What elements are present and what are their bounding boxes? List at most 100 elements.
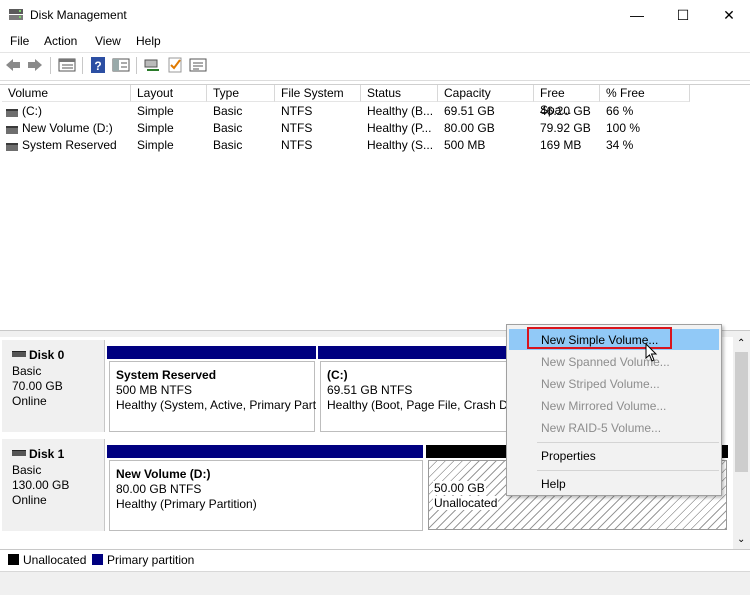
- svg-text:?: ?: [94, 59, 101, 73]
- menu-item-help[interactable]: Help: [507, 473, 721, 495]
- disk-0-name: Disk 0: [29, 348, 65, 362]
- window-title: Disk Management: [30, 8, 127, 22]
- scrollbar-thumb[interactable]: [735, 352, 748, 472]
- cell-free-space: 79.92 GB: [540, 121, 591, 135]
- list-view-icon[interactable]: [58, 57, 76, 73]
- toolbar-separator: [50, 57, 51, 74]
- disk-0-size: 70.00 GB: [12, 379, 63, 393]
- column-header-type[interactable]: Type: [207, 85, 275, 102]
- column-header-layout[interactable]: Layout: [131, 85, 207, 102]
- cell-volume: (C:): [22, 104, 42, 118]
- disk-icon: [12, 351, 26, 357]
- cell-file-system: NTFS: [281, 138, 313, 152]
- disk-0-type: Basic: [12, 364, 42, 378]
- disk-0-status: Online: [12, 394, 47, 408]
- toolbar-separator: [82, 57, 83, 74]
- mouse-cursor-icon: [645, 343, 658, 362]
- legend-swatch-unallocated: [8, 554, 19, 565]
- cell-file-system: NTFS: [281, 121, 313, 135]
- cell-capacity: 69.51 GB: [444, 104, 495, 118]
- scroll-up-icon[interactable]: ⌃: [737, 338, 745, 349]
- column-header-percent-free[interactable]: % Free: [600, 85, 690, 102]
- disk-1-status: Online: [12, 493, 47, 507]
- cell-percent-free: 66 %: [606, 104, 634, 118]
- partition-name: System Reserved: [116, 368, 217, 382]
- close-button[interactable]: ✕: [706, 0, 750, 30]
- volume-icon: [6, 109, 18, 117]
- partition-size: 69.51 GB NTFS: [327, 383, 413, 397]
- table-row[interactable]: New Volume (D:) Simple Basic NTFS Health…: [0, 120, 690, 137]
- column-header-status[interactable]: Status: [361, 85, 438, 102]
- menu-separator: [537, 470, 719, 471]
- column-header-file-system[interactable]: File System: [275, 85, 361, 102]
- table-row[interactable]: (C:) Simple Basic NTFS Healthy (B... 69.…: [0, 103, 690, 120]
- menu-action[interactable]: Action: [44, 34, 77, 48]
- toolbar-separator: [136, 57, 137, 74]
- minimize-button[interactable]: —: [614, 0, 660, 30]
- cell-layout: Simple: [137, 121, 174, 135]
- cell-volume: System Reserved: [22, 138, 117, 152]
- unallocated-size: 50.00 GB: [433, 481, 486, 495]
- legend-label-primary: Primary partition: [107, 553, 195, 567]
- volume-icon: [6, 143, 18, 151]
- disk-management-app-icon: [9, 9, 23, 20]
- cell-status: Healthy (S...: [367, 138, 434, 152]
- menu-item-properties[interactable]: Properties: [507, 445, 721, 467]
- cell-percent-free: 100 %: [606, 121, 641, 135]
- disk-1-name: Disk 1: [29, 447, 65, 461]
- status-bar: [0, 571, 750, 595]
- menu-file[interactable]: File: [10, 34, 29, 48]
- cell-capacity: 500 MB: [444, 138, 486, 152]
- cell-type: Basic: [213, 121, 243, 135]
- legend-label-unallocated: Unallocated: [23, 553, 87, 567]
- menu-item-new-mirrored-volume[interactable]: New Mirrored Volume...: [507, 395, 721, 417]
- menu-item-new-spanned-volume[interactable]: New Spanned Volume...: [507, 351, 721, 373]
- back-icon[interactable]: [4, 57, 22, 73]
- context-menu: New Simple Volume... New Spanned Volume.…: [506, 324, 722, 496]
- partition-health: Healthy (Primary Partition): [116, 497, 257, 511]
- scroll-down-icon[interactable]: ⌄: [737, 534, 745, 545]
- column-header-capacity[interactable]: Capacity: [438, 85, 534, 102]
- disk-1-info[interactable]: Disk 1 Basic 130.00 GB Online: [2, 439, 105, 531]
- partition-size: 500 MB NTFS: [116, 383, 193, 397]
- disk-0-info[interactable]: Disk 0 Basic 70.00 GB Online: [2, 340, 105, 432]
- cell-layout: Simple: [137, 138, 174, 152]
- table-row[interactable]: System Reserved Simple Basic NTFS Health…: [0, 137, 690, 154]
- legend-swatch-primary: [92, 554, 103, 565]
- menu-help[interactable]: Help: [136, 34, 161, 48]
- split-view-icon[interactable]: [112, 57, 130, 73]
- partition-system-reserved[interactable]: System Reserved 500 MB NTFS Healthy (Sys…: [109, 361, 317, 432]
- menu-item-new-striped-volume[interactable]: New Striped Volume...: [507, 373, 721, 395]
- menu-item-new-raid5-volume[interactable]: New RAID-5 Volume...: [507, 417, 721, 439]
- column-header-volume[interactable]: Volume: [2, 85, 131, 102]
- menu-view[interactable]: View: [95, 34, 121, 48]
- checklist-icon[interactable]: [166, 57, 184, 73]
- column-header-free-space[interactable]: Free Spa...: [534, 85, 600, 117]
- partition-d[interactable]: New Volume (D:) 80.00 GB NTFS Healthy (P…: [109, 460, 423, 531]
- cell-free-space: 169 MB: [540, 138, 582, 152]
- volume-icon: [6, 126, 18, 134]
- partition-c[interactable]: (C:) 69.51 GB NTFS Healthy (Boot, Page F…: [320, 361, 508, 432]
- menu-separator: [537, 442, 719, 443]
- disk-icon: [12, 450, 26, 456]
- cell-type: Basic: [213, 104, 243, 118]
- help-icon[interactable]: ?: [89, 57, 107, 73]
- properties-icon[interactable]: [189, 57, 207, 73]
- disk-1-type: Basic: [12, 463, 42, 477]
- cell-volume: New Volume (D:): [22, 121, 113, 135]
- cell-status: Healthy (B...: [367, 104, 434, 118]
- partition-name: (C:): [327, 368, 348, 382]
- connect-icon[interactable]: [143, 57, 161, 73]
- cell-file-system: NTFS: [281, 104, 313, 118]
- partition-size: 80.00 GB NTFS: [116, 482, 202, 496]
- unallocated-label: Unallocated: [433, 496, 499, 510]
- partition-health: Healthy (System, Active, Primary Part: [116, 398, 317, 412]
- partition-bar-primary: [107, 346, 316, 359]
- maximize-button[interactable]: ☐: [660, 0, 706, 30]
- cell-percent-free: 34 %: [606, 138, 634, 152]
- partition-health: Healthy (Boot, Page File, Crash Du: [327, 398, 508, 412]
- cell-status: Healthy (P...: [367, 121, 432, 135]
- forward-icon[interactable]: [26, 57, 44, 73]
- disk-1-size: 130.00 GB: [12, 478, 70, 492]
- partition-name: New Volume (D:): [116, 467, 211, 481]
